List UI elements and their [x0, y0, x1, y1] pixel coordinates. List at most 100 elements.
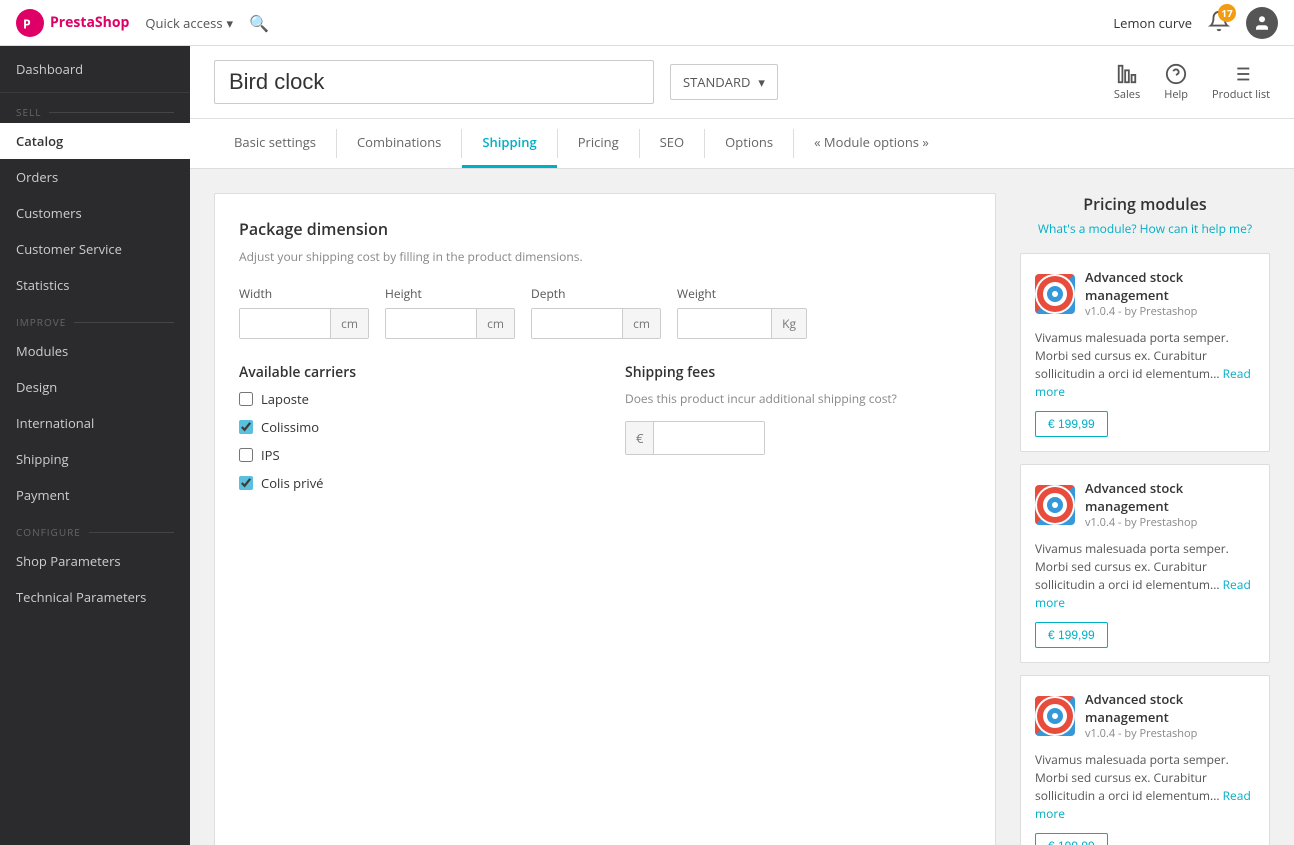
module-card-2: Advanced stock management v1.0.4 - by Pr…: [1020, 464, 1270, 663]
carrier-colis-prive-checkbox[interactable]: [239, 476, 253, 490]
product-header: STANDARD ▾ Sales Help: [190, 46, 1294, 119]
carrier-colissimo-label: Colissimo: [261, 418, 319, 436]
sidebar-item-technical-parameters[interactable]: Technical Parameters: [0, 579, 190, 615]
svg-text:P: P: [23, 15, 31, 32]
sidebar: Dashboard SELL Catalog Orders Customers …: [0, 46, 190, 845]
product-type-select[interactable]: STANDARD ▾: [670, 64, 778, 100]
carrier-colis-prive: Colis privé: [239, 474, 585, 492]
tab-options[interactable]: Options: [705, 119, 793, 168]
notification-count: 17: [1218, 4, 1236, 22]
user-avatar[interactable]: [1246, 7, 1278, 39]
module-2-desc: Vivamus malesuada porta semper. Morbi se…: [1035, 540, 1255, 612]
tabs-bar: Basic settings Combinations Shipping Pri…: [190, 119, 1294, 169]
module-2-price-button[interactable]: € 199,99: [1035, 622, 1108, 648]
available-carriers-panel: Available carriers Laposte Colissimo IPS: [239, 363, 585, 502]
quick-access-button[interactable]: Quick access ▾: [145, 14, 233, 32]
width-input-wrap: cm: [239, 308, 369, 339]
product-list-label: Product list: [1212, 87, 1270, 102]
sidebar-item-design[interactable]: Design: [0, 369, 190, 405]
notifications-button[interactable]: 17: [1208, 10, 1230, 36]
shop-name: Lemon curve: [1113, 14, 1192, 32]
chevron-down-icon: ▾: [227, 14, 234, 32]
sidebar-item-modules[interactable]: Modules: [0, 333, 190, 369]
sidebar-item-orders[interactable]: Orders: [0, 159, 190, 195]
tab-pricing[interactable]: Pricing: [558, 119, 639, 168]
sidebar-item-catalog[interactable]: Catalog: [0, 123, 190, 159]
module-1-info: Advanced stock management v1.0.4 - by Pr…: [1085, 268, 1255, 319]
module-1-version: v1.0.4 - by Prestashop: [1085, 304, 1255, 319]
module-3-icon: [1035, 696, 1075, 736]
height-input[interactable]: [386, 309, 476, 338]
depth-input[interactable]: [532, 309, 622, 338]
depth-input-wrap: cm: [531, 308, 661, 339]
tab-shipping[interactable]: Shipping: [462, 119, 556, 168]
tab-seo[interactable]: SEO: [640, 119, 704, 168]
carrier-colis-prive-label: Colis privé: [261, 474, 324, 492]
weight-input[interactable]: [678, 309, 771, 338]
sidebar-section-improve: IMPROVE: [0, 303, 190, 333]
currency-symbol: €: [626, 422, 654, 454]
width-label: Width: [239, 285, 369, 302]
logo[interactable]: P PrestaShop: [16, 9, 129, 37]
width-input[interactable]: [240, 309, 330, 338]
module-1-read-more[interactable]: Read more: [1035, 365, 1251, 400]
module-2-read-more[interactable]: Read more: [1035, 576, 1251, 611]
pricing-modules-link[interactable]: What's a module? How can it help me?: [1038, 220, 1252, 237]
carriers-section: Available carriers Laposte Colissimo IPS: [239, 363, 971, 502]
help-action[interactable]: Help: [1164, 63, 1188, 102]
carrier-colissimo-checkbox[interactable]: [239, 420, 253, 434]
topnav-right: Lemon curve 17: [1113, 7, 1278, 39]
tab-basic-settings[interactable]: Basic settings: [214, 119, 336, 168]
module-2-info: Advanced stock management v1.0.4 - by Pr…: [1085, 479, 1255, 530]
tab-combinations[interactable]: Combinations: [337, 119, 461, 168]
sales-action[interactable]: Sales: [1114, 63, 1140, 102]
module-3-version: v1.0.4 - by Prestashop: [1085, 726, 1255, 741]
sidebar-section-sell: SELL: [0, 93, 190, 123]
carrier-ips-label: IPS: [261, 446, 280, 464]
logo-text: PrestaShop: [50, 13, 129, 32]
module-3-desc: Vivamus malesuada porta semper. Morbi se…: [1035, 751, 1255, 823]
module-2-name: Advanced stock management: [1085, 479, 1255, 515]
shipping-fees-title: Shipping fees: [625, 363, 971, 382]
module-2-icon: [1035, 485, 1075, 525]
shipping-fees-subtitle: Does this product incur additional shipp…: [625, 390, 971, 407]
carrier-laposte-label: Laposte: [261, 390, 309, 408]
sidebar-item-shop-parameters[interactable]: Shop Parameters: [0, 543, 190, 579]
shipping-fee-input-wrap: €: [625, 421, 765, 455]
product-list-action[interactable]: Product list: [1212, 63, 1270, 102]
module-1-price-button[interactable]: € 199,99: [1035, 411, 1108, 437]
module-card-3-header: Advanced stock management v1.0.4 - by Pr…: [1035, 690, 1255, 741]
topnav: P PrestaShop Quick access ▾ 🔍 Lemon curv…: [0, 0, 1294, 46]
carrier-laposte-checkbox[interactable]: [239, 392, 253, 406]
carrier-colissimo: Colissimo: [239, 418, 585, 436]
weight-input-wrap: Kg: [677, 308, 807, 339]
header-actions: Sales Help Product list: [1114, 63, 1270, 102]
depth-field: Depth cm: [531, 285, 661, 339]
depth-label: Depth: [531, 285, 661, 302]
sidebar-item-dashboard[interactable]: Dashboard: [0, 46, 190, 93]
sidebar-item-statistics[interactable]: Statistics: [0, 267, 190, 303]
pricing-modules-title: Pricing modules: [1020, 193, 1270, 215]
sidebar-item-payment[interactable]: Payment: [0, 477, 190, 513]
package-dimension-title: Package dimension: [239, 218, 971, 240]
search-button[interactable]: 🔍: [249, 12, 269, 34]
shipping-fees-panel: Shipping fees Does this product incur ad…: [625, 363, 971, 502]
module-3-info: Advanced stock management v1.0.4 - by Pr…: [1085, 690, 1255, 741]
product-title-input[interactable]: [214, 60, 654, 104]
sidebar-item-customer-service[interactable]: Customer Service: [0, 231, 190, 267]
width-unit: cm: [330, 309, 368, 338]
module-3-read-more[interactable]: Read more: [1035, 787, 1251, 822]
sidebar-item-customers[interactable]: Customers: [0, 195, 190, 231]
carrier-ips: IPS: [239, 446, 585, 464]
carrier-laposte: Laposte: [239, 390, 585, 408]
dimension-row: Width cm Height cm Dep: [239, 285, 971, 339]
sidebar-section-configure: CONFIGURE: [0, 513, 190, 543]
shipping-fee-input[interactable]: [654, 422, 765, 454]
module-3-price-button[interactable]: € 199,99: [1035, 833, 1108, 845]
tab-module-options[interactable]: « Module options »: [794, 119, 949, 168]
package-dimension-subtitle: Adjust your shipping cost by filling in …: [239, 248, 971, 265]
sidebar-item-shipping[interactable]: Shipping: [0, 441, 190, 477]
sidebar-item-international[interactable]: International: [0, 405, 190, 441]
carrier-ips-checkbox[interactable]: [239, 448, 253, 462]
height-field: Height cm: [385, 285, 515, 339]
